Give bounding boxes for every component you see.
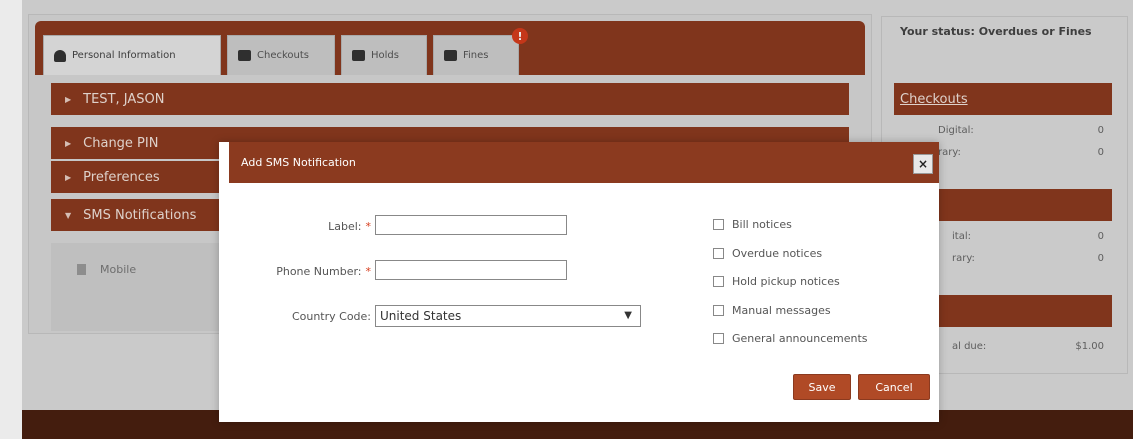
bill-notices-option[interactable]: Bill notices [713, 218, 792, 231]
label-field-label: Label: * [328, 220, 372, 233]
general-announcements-checkbox[interactable] [713, 333, 724, 344]
country-code-value: United States [380, 309, 462, 323]
phone-number-input[interactable] [375, 260, 567, 280]
bill-notices-checkbox[interactable] [713, 219, 724, 230]
overdue-notices-option[interactable]: Overdue notices [713, 247, 822, 260]
manual-messages-checkbox[interactable] [713, 305, 724, 316]
modal-header: Add SMS Notification × [229, 142, 939, 183]
chevron-down-icon: ▼ [624, 310, 632, 321]
country-code-select[interactable]: United States ▼ [375, 305, 641, 327]
general-announcements-option[interactable]: General announcements [713, 332, 868, 345]
close-button[interactable]: × [913, 154, 933, 174]
close-icon: × [917, 157, 929, 171]
add-sms-notification-dialog: Add SMS Notification × Label: * Phone Num… [219, 142, 939, 422]
hold-pickup-notices-checkbox[interactable] [713, 276, 724, 287]
manual-messages-option[interactable]: Manual messages [713, 304, 831, 317]
save-button[interactable]: Save [793, 374, 851, 400]
label-input[interactable] [375, 215, 567, 235]
country-field-label: Country Code: [291, 310, 371, 323]
cancel-button[interactable]: Cancel [858, 374, 930, 400]
hold-pickup-notices-option[interactable]: Hold pickup notices [713, 275, 840, 288]
required-mark: * [365, 265, 372, 278]
modal-title: Add SMS Notification [241, 156, 356, 169]
overdue-notices-checkbox[interactable] [713, 248, 724, 259]
phone-field-label: Phone Number: * [276, 265, 372, 278]
required-mark: * [365, 220, 372, 233]
